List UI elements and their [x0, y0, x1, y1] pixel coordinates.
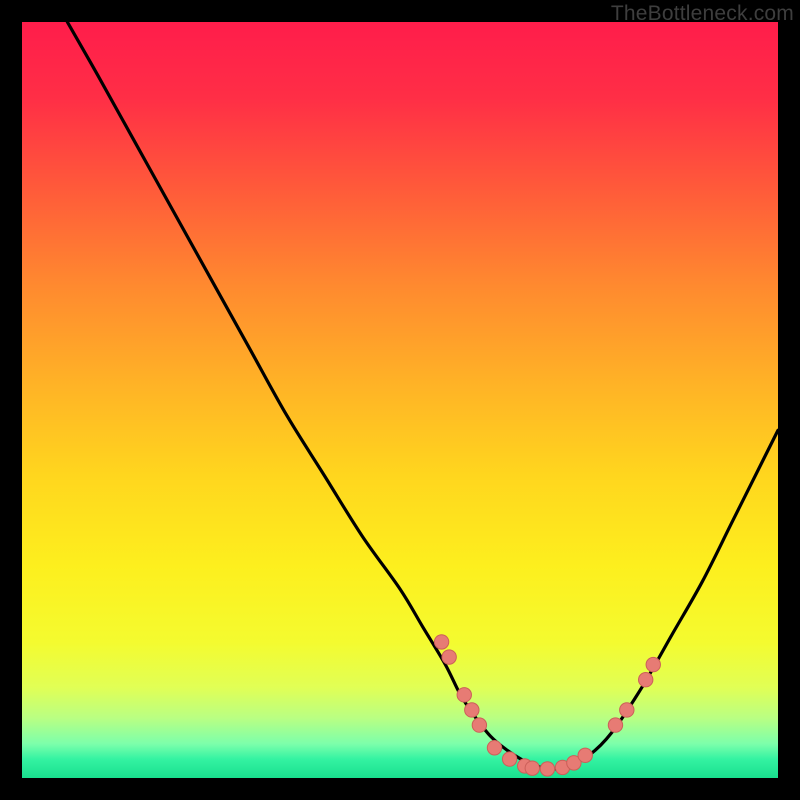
- highlight-dot: [639, 673, 653, 687]
- highlight-dot: [465, 703, 479, 717]
- highlight-dot: [472, 718, 486, 732]
- highlight-dot: [608, 718, 622, 732]
- highlight-dot: [620, 703, 634, 717]
- highlight-dot: [646, 657, 660, 671]
- highlight-dot: [487, 741, 501, 755]
- highlight-dot: [540, 762, 554, 776]
- highlight-dots: [434, 635, 660, 776]
- highlight-dot: [578, 748, 592, 762]
- highlight-dot: [502, 752, 516, 766]
- watermark-text: TheBottleneck.com: [611, 2, 794, 26]
- highlight-dot: [525, 761, 539, 775]
- highlight-dot: [434, 635, 448, 649]
- highlight-dot: [457, 688, 471, 702]
- chart-frame: [22, 22, 778, 778]
- bottleneck-curve: [22, 22, 778, 778]
- plot-area: [22, 22, 778, 778]
- highlight-dot: [442, 650, 456, 664]
- curve-line: [67, 22, 778, 769]
